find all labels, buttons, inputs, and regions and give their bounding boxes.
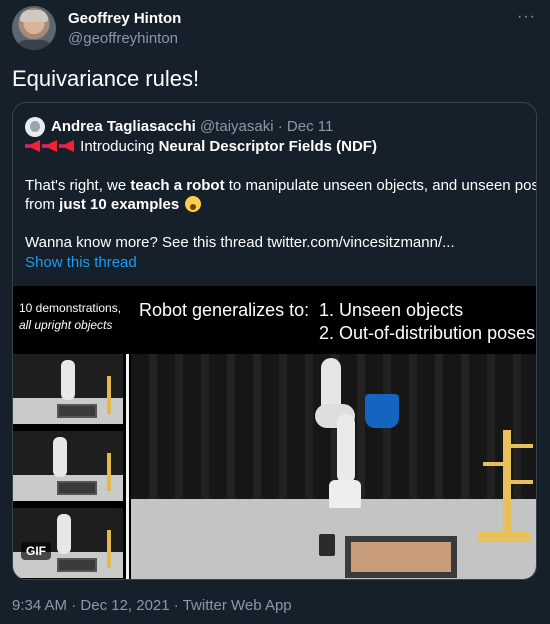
- quote-line-1: Introducing Neural Descriptor Fields (ND…: [25, 138, 377, 155]
- quote-line-2a: That's right, we: [25, 177, 131, 194]
- robot-scene: [131, 354, 536, 579]
- quoted-tweet[interactable]: Andrea Tagliasacchi @taiyasaki · Dec 11 …: [12, 102, 537, 580]
- quote-avatar[interactable]: [25, 117, 45, 137]
- quote-date[interactable]: Dec 11: [287, 118, 333, 135]
- avatar-shirt: [16, 40, 52, 50]
- rack-base: [477, 532, 531, 542]
- divider: [126, 354, 129, 579]
- robot-arm: [337, 414, 355, 484]
- tweet-metadata: 9:34 AM · Dec 12, 2021 · Twitter Web App: [12, 597, 292, 614]
- meta-separator: ·: [169, 597, 183, 614]
- more-options-icon[interactable]: ···: [517, 8, 536, 26]
- blue-mug: [365, 394, 399, 428]
- robot-base: [329, 480, 361, 508]
- quote-line-3-bold: just 10 examples: [59, 196, 180, 213]
- quote-separator: ·: [273, 118, 287, 135]
- rack-peg: [483, 462, 505, 466]
- mug-rack: [503, 430, 511, 538]
- demo-thumbnail: [13, 354, 123, 424]
- shocked-face-icon: [185, 196, 202, 212]
- demo-thumbnail: [13, 431, 123, 501]
- block: [319, 534, 335, 556]
- author-name[interactable]: Geoffrey Hinton: [68, 10, 181, 27]
- avatar-hair: [20, 10, 48, 22]
- gif-media[interactable]: 10 demonstrations, all upright objects R…: [13, 286, 536, 579]
- quote-author-handle[interactable]: @taiyasaki: [200, 118, 274, 135]
- caption-generalizes: Robot generalizes to:: [139, 300, 310, 320]
- tweet-date[interactable]: Dec 12, 2021: [80, 597, 169, 614]
- megaphone-icon: [42, 140, 57, 152]
- caption-item-2: 2. Out-of-distribution poses: [319, 323, 536, 343]
- gif-badge[interactable]: GIF: [21, 542, 51, 560]
- quote-line-2b: to manipulate unseen objects, and unseen…: [224, 177, 537, 194]
- caption-upright: all upright objects: [19, 318, 113, 332]
- megaphone-icon: [25, 140, 40, 152]
- quote-header: Andrea Tagliasacchi @taiyasaki · Dec 11: [51, 118, 333, 135]
- caption-item-1: 1. Unseen objects: [319, 300, 464, 320]
- avatar[interactable]: [12, 6, 56, 50]
- quote-line-3a: from: [25, 196, 60, 213]
- tweet-source[interactable]: Twitter Web App: [183, 597, 292, 614]
- megaphone-icon: [59, 140, 74, 152]
- caption-demonstrations: 10 demonstrations,: [19, 301, 122, 315]
- meta-separator: ·: [67, 597, 81, 614]
- rack-peg: [511, 444, 533, 448]
- quote-line-4: Wanna know more? See this thread twitter…: [25, 234, 455, 251]
- tweet-time[interactable]: 9:34 AM: [12, 597, 67, 614]
- quote-line-1-bold: Neural Descriptor Fields (NDF): [158, 138, 377, 155]
- quote-line-3: from just 10 examples: [25, 196, 202, 213]
- author-handle[interactable]: @geoffreyhinton: [68, 30, 178, 47]
- quote-line-2: That's right, we teach a robot to manipu…: [25, 177, 537, 194]
- tweet: Geoffrey Hinton @geoffreyhinton ··· Equi…: [0, 0, 550, 624]
- quote-line-1-text: Introducing: [80, 138, 155, 155]
- show-thread-link[interactable]: Show this thread: [25, 254, 137, 271]
- tweet-text: Equivariance rules!: [12, 66, 200, 91]
- rack-peg: [511, 480, 533, 484]
- mat: [345, 536, 457, 578]
- quote-author-name[interactable]: Andrea Tagliasacchi: [51, 118, 196, 135]
- quote-line-2-bold: teach a robot: [130, 177, 225, 194]
